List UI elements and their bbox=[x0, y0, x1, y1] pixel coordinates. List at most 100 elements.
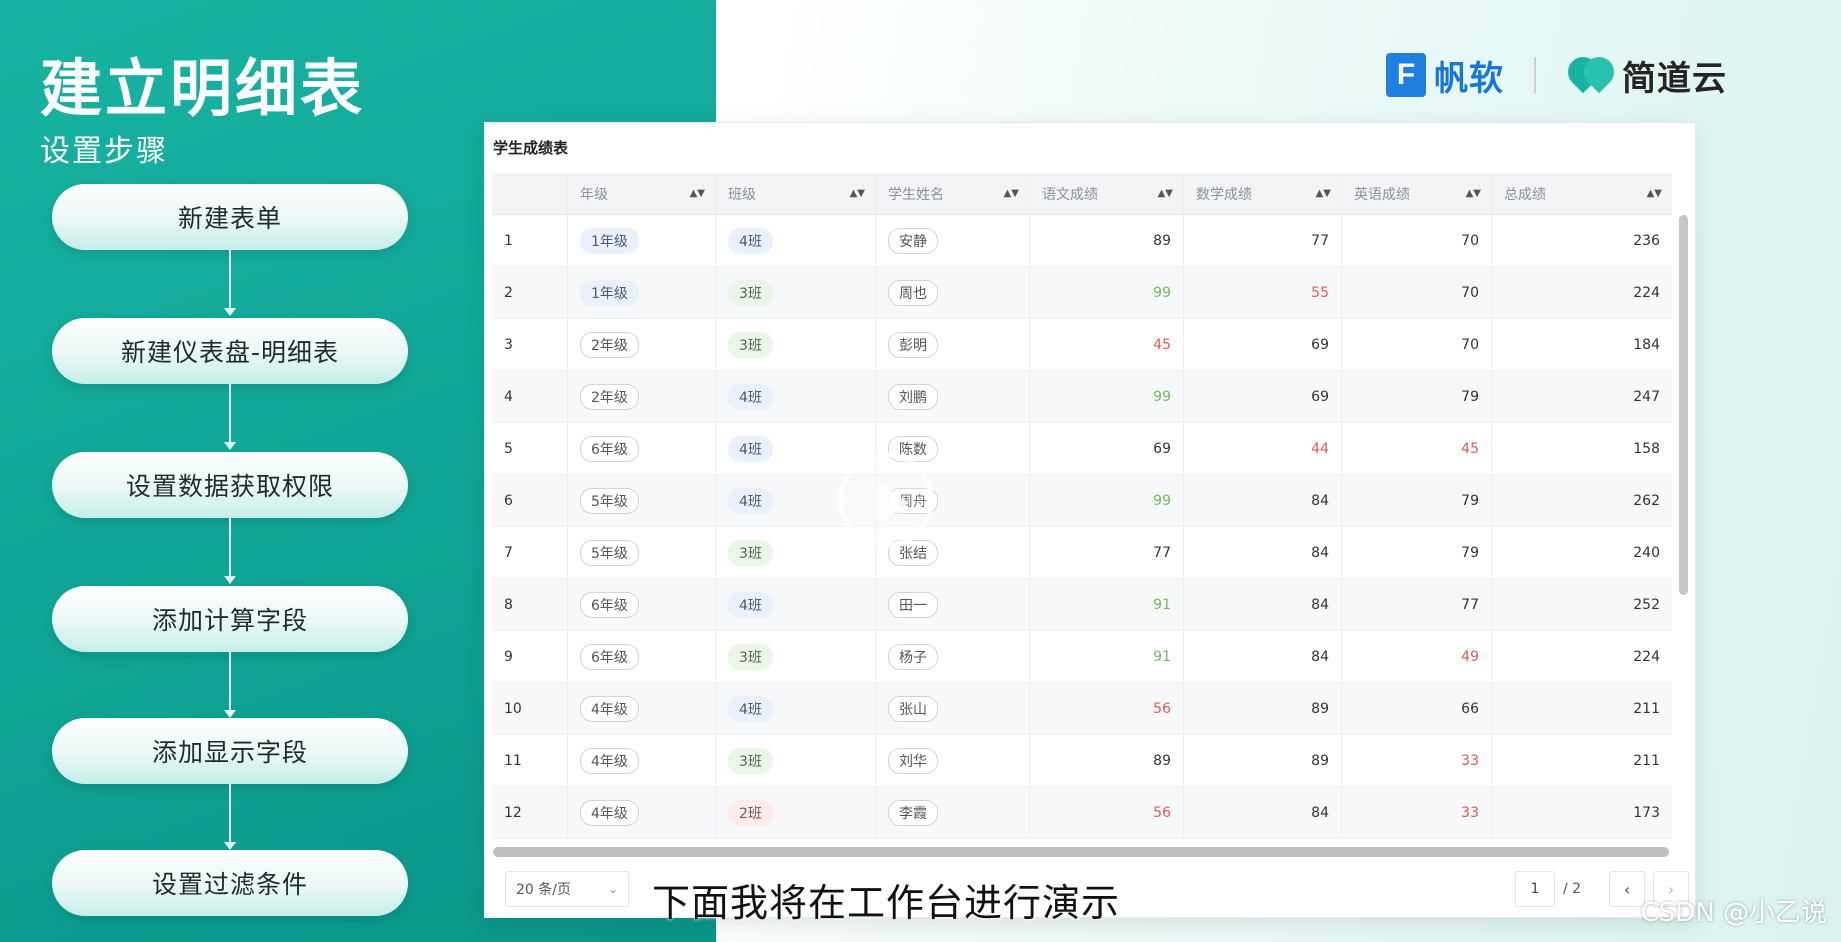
grade-tag: 6年级 bbox=[580, 643, 639, 670]
grade-tag: 4年级 bbox=[580, 747, 639, 774]
step-connector bbox=[224, 652, 236, 718]
cell-class: 3班 bbox=[716, 267, 876, 318]
header-chinese[interactable]: 语文成绩 ▲▼ bbox=[1030, 173, 1184, 214]
table-row[interactable]: 1 1年级 4班 安静 89 77 70 236 bbox=[492, 215, 1672, 267]
cell-student-name: 张山 bbox=[876, 683, 1030, 734]
table-row[interactable]: 6 5年级 4班 周舟 99 84 79 262 bbox=[492, 475, 1672, 527]
grade-tag: 6年级 bbox=[580, 435, 639, 462]
cell-grade: 4年级 bbox=[568, 787, 716, 838]
name-tag: 田一 bbox=[888, 591, 938, 618]
cell-math: 84 bbox=[1184, 631, 1342, 682]
page-size-value: 20 条/页 bbox=[516, 882, 571, 898]
cell-class: 3班 bbox=[716, 631, 876, 682]
class-tag: 4班 bbox=[728, 591, 773, 618]
class-tag: 2班 bbox=[728, 799, 773, 826]
cell-index: 3 bbox=[492, 319, 568, 370]
table-row[interactable]: 2 1年级 3班 周也 99 55 70 224 bbox=[492, 267, 1672, 319]
cell-math: 44 bbox=[1184, 423, 1342, 474]
table-row[interactable]: 10 4年级 4班 张山 56 89 66 211 bbox=[492, 683, 1672, 735]
cell-index: 9 bbox=[492, 631, 568, 682]
class-tag: 3班 bbox=[728, 279, 773, 306]
cell-chinese: 91 bbox=[1030, 631, 1184, 682]
sort-icon[interactable]: ▲▼ bbox=[850, 188, 865, 198]
class-tag: 3班 bbox=[728, 331, 773, 358]
name-tag: 周也 bbox=[888, 279, 938, 306]
prev-page-button[interactable]: ‹ bbox=[1609, 871, 1645, 907]
table-row[interactable]: 7 5年级 3班 张结 77 84 79 240 bbox=[492, 527, 1672, 579]
grade-tag: 6年级 bbox=[580, 591, 639, 618]
step-connector bbox=[224, 784, 236, 850]
cell-english: 79 bbox=[1342, 527, 1492, 578]
table-header-row: 年级 ▲▼ 班级 ▲▼ 学生姓名 ▲▼ 语文成绩 ▲▼ 数学成绩 ▲▼ 英语成绩 ▲▼ 总成… bbox=[492, 173, 1672, 215]
sort-icon[interactable]: ▲▼ bbox=[1158, 188, 1173, 198]
header-total[interactable]: 总成绩 ▲▼ bbox=[1492, 173, 1672, 214]
cell-chinese: 56 bbox=[1030, 787, 1184, 838]
vertical-scrollbar[interactable] bbox=[1679, 215, 1688, 595]
table-row[interactable]: 5 6年级 4班 陈数 69 44 45 158 bbox=[492, 423, 1672, 475]
table-row[interactable]: 12 4年级 2班 李霞 56 84 33 173 bbox=[492, 787, 1672, 839]
horizontal-scrollbar[interactable] bbox=[493, 847, 1669, 857]
cell-total: 224 bbox=[1633, 284, 1660, 301]
video-play-icon[interactable] bbox=[838, 452, 934, 548]
cell-class: 4班 bbox=[716, 215, 876, 266]
sort-icon[interactable]: ▲▼ bbox=[1466, 188, 1481, 198]
cell-index: 10 bbox=[492, 683, 568, 734]
step-connector bbox=[224, 250, 236, 316]
table-title: 学生成绩表 bbox=[493, 139, 569, 157]
header-grade[interactable]: 年级 ▲▼ bbox=[568, 173, 716, 214]
cell-index: 11 bbox=[492, 735, 568, 786]
detail-table-card: 学生成绩表 年级 ▲▼ 班级 ▲▼ 学生姓名 ▲▼ 语文成绩 ▲▼ 数学成绩 ▲▼ 英语成… bbox=[484, 122, 1696, 918]
step-connector bbox=[224, 384, 236, 450]
table-row[interactable]: 11 4年级 3班 刘华 89 89 33 211 bbox=[492, 735, 1672, 787]
header-class[interactable]: 班级 ▲▼ bbox=[716, 173, 876, 214]
cell-student-name: 安静 bbox=[876, 215, 1030, 266]
cell-student-name: 李霞 bbox=[876, 787, 1030, 838]
page-title: 建立明细表 bbox=[40, 52, 366, 125]
sort-icon[interactable]: ▲▼ bbox=[690, 188, 705, 198]
cell-grade: 2年级 bbox=[568, 319, 716, 370]
page-number-input[interactable]: 1 bbox=[1515, 871, 1555, 907]
cell-math: 89 bbox=[1184, 735, 1342, 786]
cell-total: 224 bbox=[1633, 648, 1660, 665]
sort-icon[interactable]: ▲▼ bbox=[1004, 188, 1019, 198]
cell-chinese: 99 bbox=[1030, 371, 1184, 422]
cell-math: 69 bbox=[1184, 371, 1342, 422]
cell-chinese: 89 bbox=[1030, 215, 1184, 266]
table-row[interactable]: 9 6年级 3班 杨子 91 84 49 224 bbox=[492, 631, 1672, 683]
cell-chinese: 89 bbox=[1030, 735, 1184, 786]
cell-total: 247 bbox=[1633, 388, 1660, 405]
step-new-dashboard: 新建仪表盘-明细表 bbox=[52, 318, 408, 384]
class-tag: 3班 bbox=[728, 539, 773, 566]
cell-total: 240 bbox=[1633, 544, 1660, 561]
cell-grade: 6年级 bbox=[568, 631, 716, 682]
table-row[interactable]: 4 2年级 4班 刘鹏 99 69 79 247 bbox=[492, 371, 1672, 423]
cell-math: 84 bbox=[1184, 475, 1342, 526]
cell-grade: 5年级 bbox=[568, 527, 716, 578]
header-index bbox=[492, 173, 568, 214]
cell-total: 236 bbox=[1633, 232, 1660, 249]
step-filter: 设置过滤条件 bbox=[52, 850, 408, 916]
step-data-permission: 设置数据获取权限 bbox=[52, 452, 408, 518]
cell-class: 4班 bbox=[716, 371, 876, 422]
header-math[interactable]: 数学成绩 ▲▼ bbox=[1184, 173, 1342, 214]
table-row[interactable]: 3 2年级 3班 彭明 45 69 70 184 bbox=[492, 319, 1672, 371]
class-tag: 4班 bbox=[728, 695, 773, 722]
class-tag: 4班 bbox=[728, 383, 773, 410]
cell-english: 66 bbox=[1342, 683, 1492, 734]
sort-icon[interactable]: ▲▼ bbox=[1647, 188, 1662, 198]
header-student-name[interactable]: 学生姓名 ▲▼ bbox=[876, 173, 1030, 214]
logo-divider bbox=[1534, 57, 1536, 93]
cell-english: 70 bbox=[1342, 319, 1492, 370]
sort-icon[interactable]: ▲▼ bbox=[1316, 188, 1331, 198]
cell-chinese: 91 bbox=[1030, 579, 1184, 630]
cell-english: 70 bbox=[1342, 267, 1492, 318]
table-row[interactable]: 8 6年级 4班 田一 91 84 77 252 bbox=[492, 579, 1672, 631]
fanruan-logo-icon: F bbox=[1386, 53, 1426, 97]
cell-index: 4 bbox=[492, 371, 568, 422]
cell-english: 70 bbox=[1342, 215, 1492, 266]
page-size-select[interactable]: 20 条/页 ⌄ bbox=[505, 871, 629, 907]
header-english[interactable]: 英语成绩 ▲▼ bbox=[1342, 173, 1492, 214]
score-table: 年级 ▲▼ 班级 ▲▼ 学生姓名 ▲▼ 语文成绩 ▲▼ 数学成绩 ▲▼ 英语成绩 ▲▼ 总成… bbox=[492, 173, 1672, 839]
grade-tag: 4年级 bbox=[580, 695, 639, 722]
cell-index: 8 bbox=[492, 579, 568, 630]
